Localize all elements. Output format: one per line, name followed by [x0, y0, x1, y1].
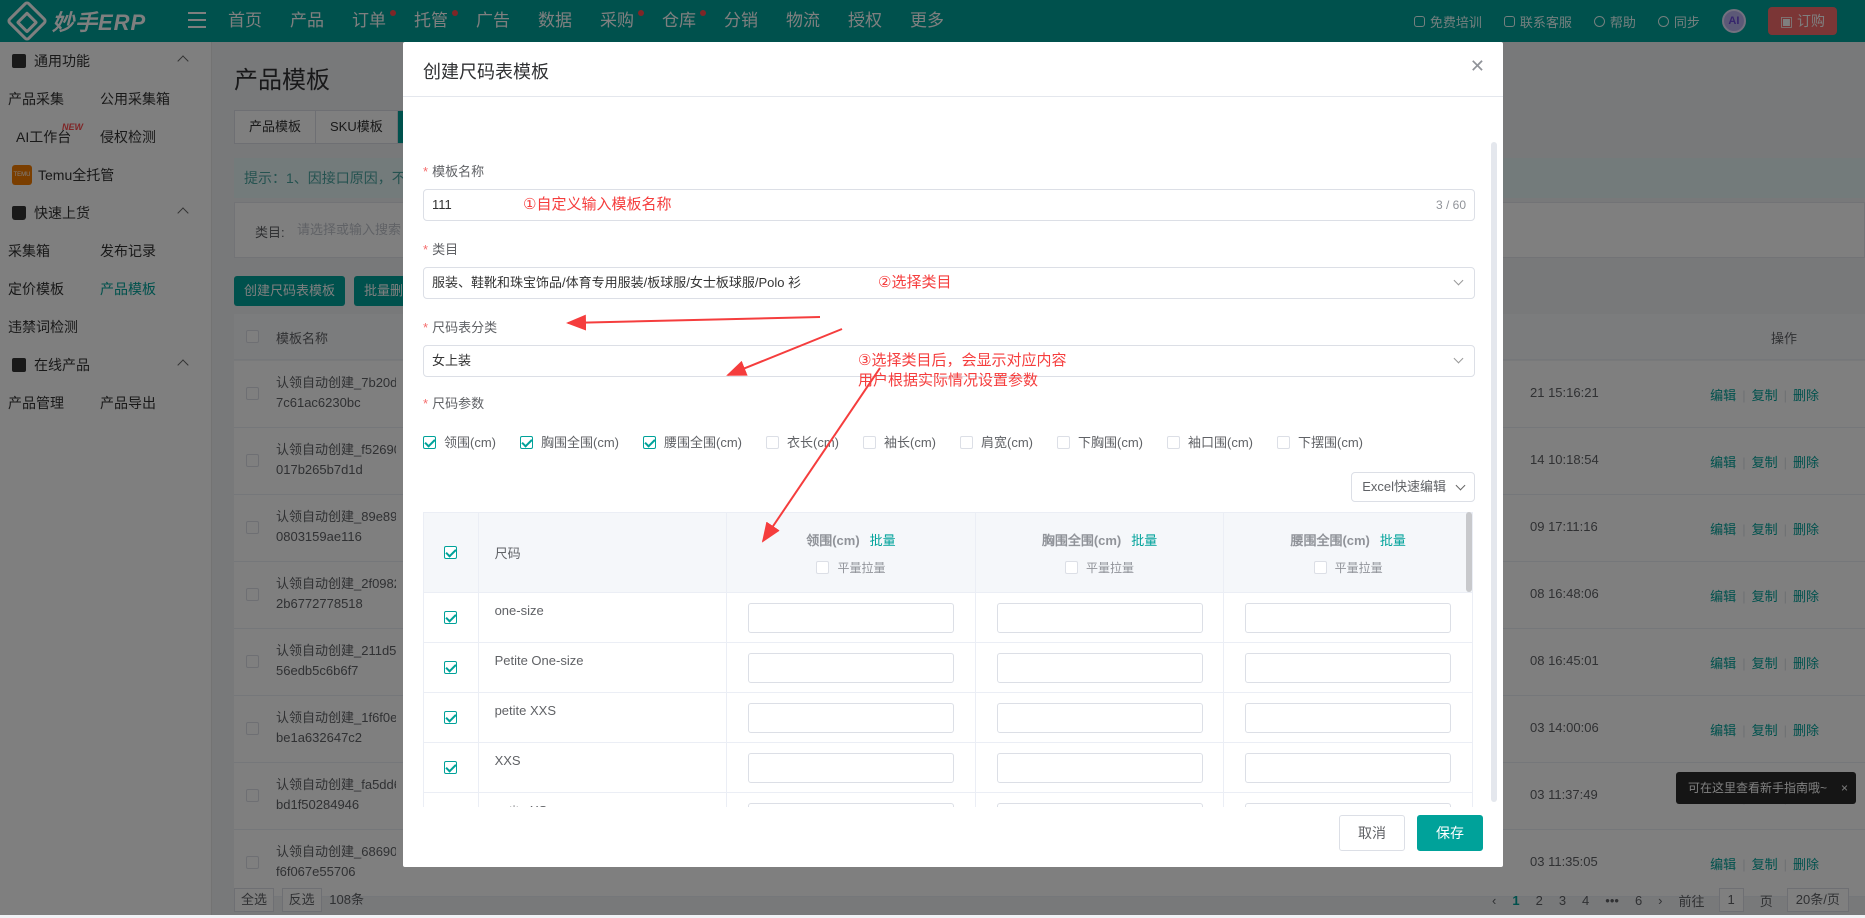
- checkbox[interactable]: [520, 436, 533, 449]
- param-underbust[interactable]: 下胸围(cm): [1057, 432, 1143, 451]
- neck-input[interactable]: [747, 752, 954, 783]
- create-size-template-dialog: 创建尺码表模板 ✕ * 模板名称 111 3 / 60 * 类目 服装、鞋靴和珠宝饰品…: [403, 42, 1503, 867]
- checkbox[interactable]: [1167, 436, 1180, 449]
- waist-input[interactable]: [1245, 802, 1452, 807]
- checkbox[interactable]: [1057, 436, 1070, 449]
- batch-link[interactable]: 批量: [1380, 533, 1406, 548]
- table-row: XXS: [423, 742, 1473, 793]
- cancel-button[interactable]: 取消: [1339, 815, 1405, 851]
- table-row: Petite One-size: [423, 642, 1473, 693]
- category-label: * 类目: [423, 242, 459, 257]
- col-chest: 胸围全围(cm) 批量 平量拉量: [974, 512, 1225, 593]
- annotation-1: ①自定义输入模板名称: [523, 196, 672, 213]
- excel-quick-edit-dropdown[interactable]: Excel快速编辑: [1351, 472, 1475, 502]
- neck-input[interactable]: [747, 802, 954, 807]
- chest-input[interactable]: [996, 752, 1203, 783]
- table-scrollbar[interactable]: [1466, 512, 1472, 592]
- select-all-sizes-checkbox[interactable]: [444, 546, 458, 559]
- size-params-checkboxes: 领围(cm) 胸围全围(cm) 腰围全围(cm) 衣长(cm) 袖长(cm) 肩…: [423, 432, 1387, 451]
- save-button[interactable]: 保存: [1417, 815, 1483, 851]
- waist-input[interactable]: [1245, 752, 1452, 783]
- batch-link[interactable]: 批量: [1131, 533, 1157, 548]
- param-cuff[interactable]: 袖口围(cm): [1167, 432, 1253, 451]
- col-size: 尺码: [477, 512, 728, 593]
- param-neck[interactable]: 领围(cm): [423, 432, 496, 451]
- row-checkbox[interactable]: [444, 661, 458, 674]
- col-waist: 腰围全围(cm) 批量 平量拉量: [1223, 512, 1473, 593]
- chest-input[interactable]: [996, 652, 1203, 683]
- checkbox[interactable]: [643, 436, 656, 449]
- dialog-title: 创建尺码表模板: [423, 62, 549, 82]
- close-icon[interactable]: ✕: [1470, 56, 1485, 77]
- checkbox[interactable]: [1277, 436, 1290, 449]
- waist-input[interactable]: [1245, 602, 1452, 633]
- waist-input[interactable]: [1245, 702, 1452, 733]
- param-waist[interactable]: 腰围全围(cm): [643, 432, 742, 451]
- neck-input[interactable]: [747, 602, 954, 633]
- template-name-label: * 模板名称: [423, 164, 485, 179]
- chest-input[interactable]: [996, 702, 1203, 733]
- char-count: 3 / 60: [1435, 198, 1466, 212]
- size-category-label: * 尺码表分类: [423, 320, 498, 335]
- row-checkbox[interactable]: [444, 611, 458, 624]
- neck-input[interactable]: [747, 702, 954, 733]
- checkbox[interactable]: [816, 560, 830, 574]
- chest-input[interactable]: [996, 602, 1203, 633]
- row-checkbox[interactable]: [444, 711, 458, 724]
- chevron-down-icon: [1453, 353, 1464, 364]
- waist-input[interactable]: [1245, 652, 1452, 683]
- chest-input[interactable]: [996, 802, 1203, 807]
- param-shoulder[interactable]: 肩宽(cm): [960, 432, 1033, 451]
- param-chest[interactable]: 胸围全围(cm): [520, 432, 619, 451]
- annotation-2: ②选择类目: [878, 274, 952, 291]
- checkbox[interactable]: [1313, 560, 1327, 574]
- row-checkbox[interactable]: [444, 761, 458, 774]
- batch-link[interactable]: 批量: [870, 533, 896, 548]
- table-row: petite XXS: [423, 692, 1473, 743]
- param-length[interactable]: 衣长(cm): [766, 432, 839, 451]
- param-hem[interactable]: 下摆围(cm): [1277, 432, 1363, 451]
- table-row: one-size: [423, 592, 1473, 643]
- table-row: petite XS: [423, 792, 1473, 807]
- checkbox[interactable]: [960, 436, 973, 449]
- dialog-body: * 模板名称 111 3 / 60 * 类目 服装、鞋靴和珠宝饰品/体育专用服装/板球…: [403, 97, 1503, 807]
- chevron-down-icon: [1453, 275, 1464, 286]
- neck-input[interactable]: [747, 652, 954, 683]
- col-neck: 领围(cm) 批量 平量拉量: [726, 512, 976, 593]
- size-params-label: * 尺码参数: [423, 396, 485, 411]
- param-sleeve[interactable]: 袖长(cm): [863, 432, 936, 451]
- size-table: 尺码 领围(cm) 批量 平量拉量 胸围全围(cm) 批量 平量拉量 腰围全围(cm) 批…: [423, 512, 1473, 807]
- annotation-3: ③选择类目后，会显示对应内容 用户根据实际情况设置参数: [858, 352, 1067, 389]
- checkbox[interactable]: [766, 436, 779, 449]
- checkbox[interactable]: [1065, 560, 1079, 574]
- checkbox[interactable]: [863, 436, 876, 449]
- checkbox[interactable]: [423, 436, 436, 449]
- dialog-footer: 取消 保存: [1339, 815, 1483, 851]
